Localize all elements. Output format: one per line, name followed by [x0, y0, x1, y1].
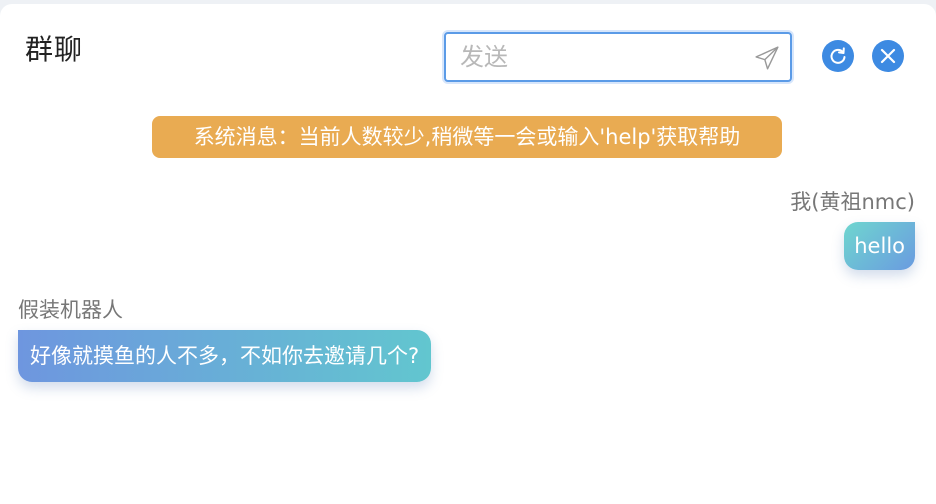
message-bubble-self: hello [844, 222, 915, 270]
message-sender-bot: 假装机器人 [18, 298, 123, 322]
send-input[interactable] [446, 34, 750, 80]
chat-panel: 群聊 系统消息：当前人数较少,稍微等一会或输入'help'获取帮助 我(黄祖nm… [0, 4, 936, 504]
refresh-icon [830, 47, 846, 64]
send-box[interactable] [444, 32, 792, 82]
refresh-button[interactable] [822, 40, 854, 72]
close-button[interactable] [872, 40, 904, 72]
message-sender-self: 我(黄祖nmc) [790, 190, 915, 214]
message-bubble-bot: 好像就摸鱼的人不多，不如你去邀请几个? [18, 330, 432, 382]
close-icon [880, 48, 896, 64]
system-message: 系统消息：当前人数较少,稍微等一会或输入'help'获取帮助 [152, 116, 782, 158]
paper-plane-icon[interactable] [754, 45, 780, 71]
chat-title: 群聊 [25, 33, 84, 66]
